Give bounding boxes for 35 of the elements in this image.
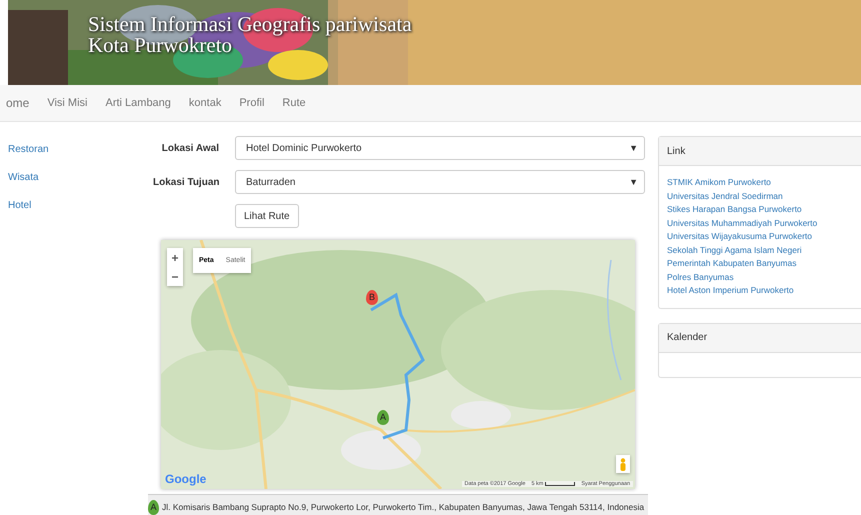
nav-link[interactable]: ome [6,96,30,110]
field-label: Lokasi Tujuan [153,176,219,188]
external-link[interactable]: Pemerintah Kabupaten Banyumas [667,257,853,270]
external-link[interactable]: STMIK Amikom Purwokerto [667,176,853,190]
show-route-button[interactable]: Lihat Rute [235,204,299,228]
panel-title: Kalender [667,332,708,343]
caret-icon: ▼ [629,177,638,187]
location-select[interactable]: Baturraden ▼ [235,170,645,194]
sidebar-link[interactable]: Restoran [8,144,153,155]
nav-link[interactable]: kontak [188,97,222,109]
sidebar-link[interactable]: Wisata [8,172,153,183]
external-link[interactable]: Universitas Jendral Soedirman [667,190,853,203]
zoom-out-button[interactable]: − [167,267,183,286]
step-marker: A [148,500,159,514]
external-link[interactable]: Stikes Harapan Bangsa Purwokerto [667,203,853,216]
site-subtitle: Kota Purwokreto [88,35,234,56]
external-link[interactable]: Polres Banyumas [667,270,853,284]
nav-link[interactable]: Rute [282,97,306,109]
sidebar-link[interactable]: Hotel [8,200,153,211]
nav-link[interactable]: Arti Lambang [105,97,171,109]
caret-icon: ▼ [629,143,638,153]
external-link[interactable]: Universitas Muhammadiyah Purwokerto [667,216,853,230]
step-address: Jl. Komisaris Bambang Suprapto No.9, Purwokerto Lor, Purwokerto Tim., Kabupaten Banyumas, Jawa Tengah 53114, Indonesia [162,502,644,512]
nav-link[interactable]: Profil [239,97,264,109]
external-link[interactable]: Universitas Wijayakusuma Purwokerto [667,230,853,244]
map-logo: Google [165,472,206,486]
person-icon[interactable] [616,455,630,473]
nav-link[interactable]: Visi Misi [47,97,88,109]
location-select[interactable]: Hotel Dominic Purwokerto ▼ [235,136,645,160]
field-label: Lokasi Awal [160,142,219,154]
external-link[interactable]: Hotel Aston Imperium Purwokerto [667,284,853,298]
scale-bar-icon [545,482,576,486]
external-link[interactable]: Sekolah Tinggi Agama Islam Negeri [667,244,853,257]
zoom-in-button[interactable]: + [167,248,183,267]
panel-title: Link [667,146,686,156]
